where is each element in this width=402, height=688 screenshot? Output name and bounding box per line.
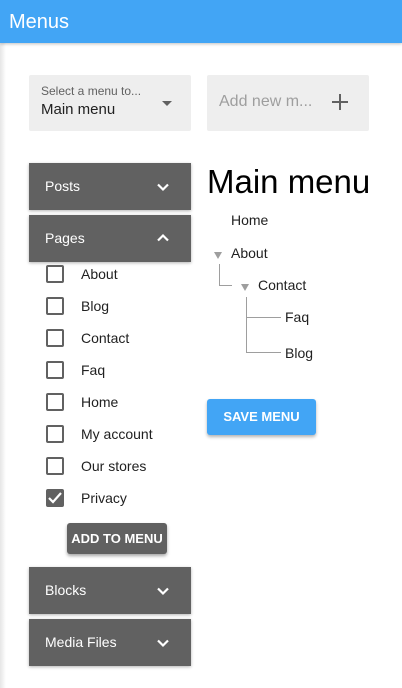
page-item[interactable]: Blog <box>46 297 191 317</box>
left-edge-shadow <box>0 43 6 688</box>
save-menu-button[interactable]: SAVE MENU <box>207 399 316 435</box>
dropdown-arrow-icon <box>162 101 172 106</box>
add-new-menu-input[interactable]: Add new m... <box>219 93 327 111</box>
page-item-label: My account <box>81 426 153 442</box>
page-item-label: Contact <box>81 330 130 346</box>
app-bar: Menus <box>0 0 402 43</box>
chevron-down-icon <box>156 636 170 650</box>
page-item-label: Our stores <box>81 458 147 474</box>
tree-item-home[interactable]: Home <box>231 212 268 228</box>
page-item-label: Home <box>81 394 119 410</box>
app-title: Menus <box>9 11 70 33</box>
add-to-menu-button[interactable]: ADD TO MENU <box>67 523 167 554</box>
page-checkbox[interactable] <box>46 265 64 283</box>
tree-connector <box>219 264 220 286</box>
collapse-arrow-icon[interactable] <box>241 284 249 291</box>
tree-connector <box>219 285 232 286</box>
page-item-label: Faq <box>81 362 106 378</box>
chevron-down-icon <box>156 180 170 194</box>
tree-item-contact[interactable]: Contact <box>258 277 306 293</box>
page-checkbox[interactable] <box>46 425 64 443</box>
collapse-arrow-icon[interactable] <box>214 252 222 259</box>
page-item-label: About <box>81 266 118 282</box>
tree-connector <box>246 352 281 353</box>
accordion-pages-label: Pages <box>45 230 85 246</box>
add-new-menu-field[interactable]: Add new m... <box>207 75 369 131</box>
accordion-media-files[interactable]: Media Files <box>29 619 191 666</box>
page-item[interactable]: Privacy <box>46 489 191 509</box>
page-item[interactable]: Our stores <box>46 457 191 477</box>
accordion-pages[interactable]: Pages <box>29 215 191 262</box>
tree-connector <box>246 317 281 318</box>
page-item-label: Blog <box>81 298 110 314</box>
page-checkbox[interactable] <box>46 489 64 507</box>
page-item[interactable]: Home <box>46 393 191 413</box>
menu-title: Main menu <box>207 163 371 200</box>
menu-select-label: Select a menu to... <box>41 84 142 98</box>
tree-item-blog[interactable]: Blog <box>285 345 313 361</box>
page-checkbox[interactable] <box>46 297 64 315</box>
accordion-posts-label: Posts <box>45 178 81 194</box>
accordion-blocks[interactable]: Blocks <box>29 567 191 614</box>
page-item-label: Privacy <box>81 490 127 506</box>
page-checkbox[interactable] <box>46 457 64 475</box>
page-checkbox[interactable] <box>46 361 64 379</box>
page-item[interactable]: Contact <box>46 329 191 349</box>
menu-select-value: Main menu <box>41 101 116 118</box>
accordion-posts[interactable]: Posts <box>29 163 191 210</box>
page-item[interactable]: Faq <box>46 361 191 381</box>
menu-select[interactable]: Select a menu to... Main menu <box>29 75 191 131</box>
page-checkbox[interactable] <box>46 393 64 411</box>
tree-item-faq[interactable]: Faq <box>285 309 309 325</box>
page-checkbox[interactable] <box>46 329 64 347</box>
page-item[interactable]: My account <box>46 425 191 445</box>
accordion-blocks-label: Blocks <box>45 582 87 598</box>
tree-item-about[interactable]: About <box>231 245 268 261</box>
chevron-down-icon <box>156 584 170 598</box>
chevron-up-icon <box>156 231 170 245</box>
plus-icon[interactable] <box>332 94 348 110</box>
page-item[interactable]: About <box>46 265 191 285</box>
accordion-media-label: Media Files <box>45 634 117 650</box>
tree-connector <box>246 297 247 353</box>
